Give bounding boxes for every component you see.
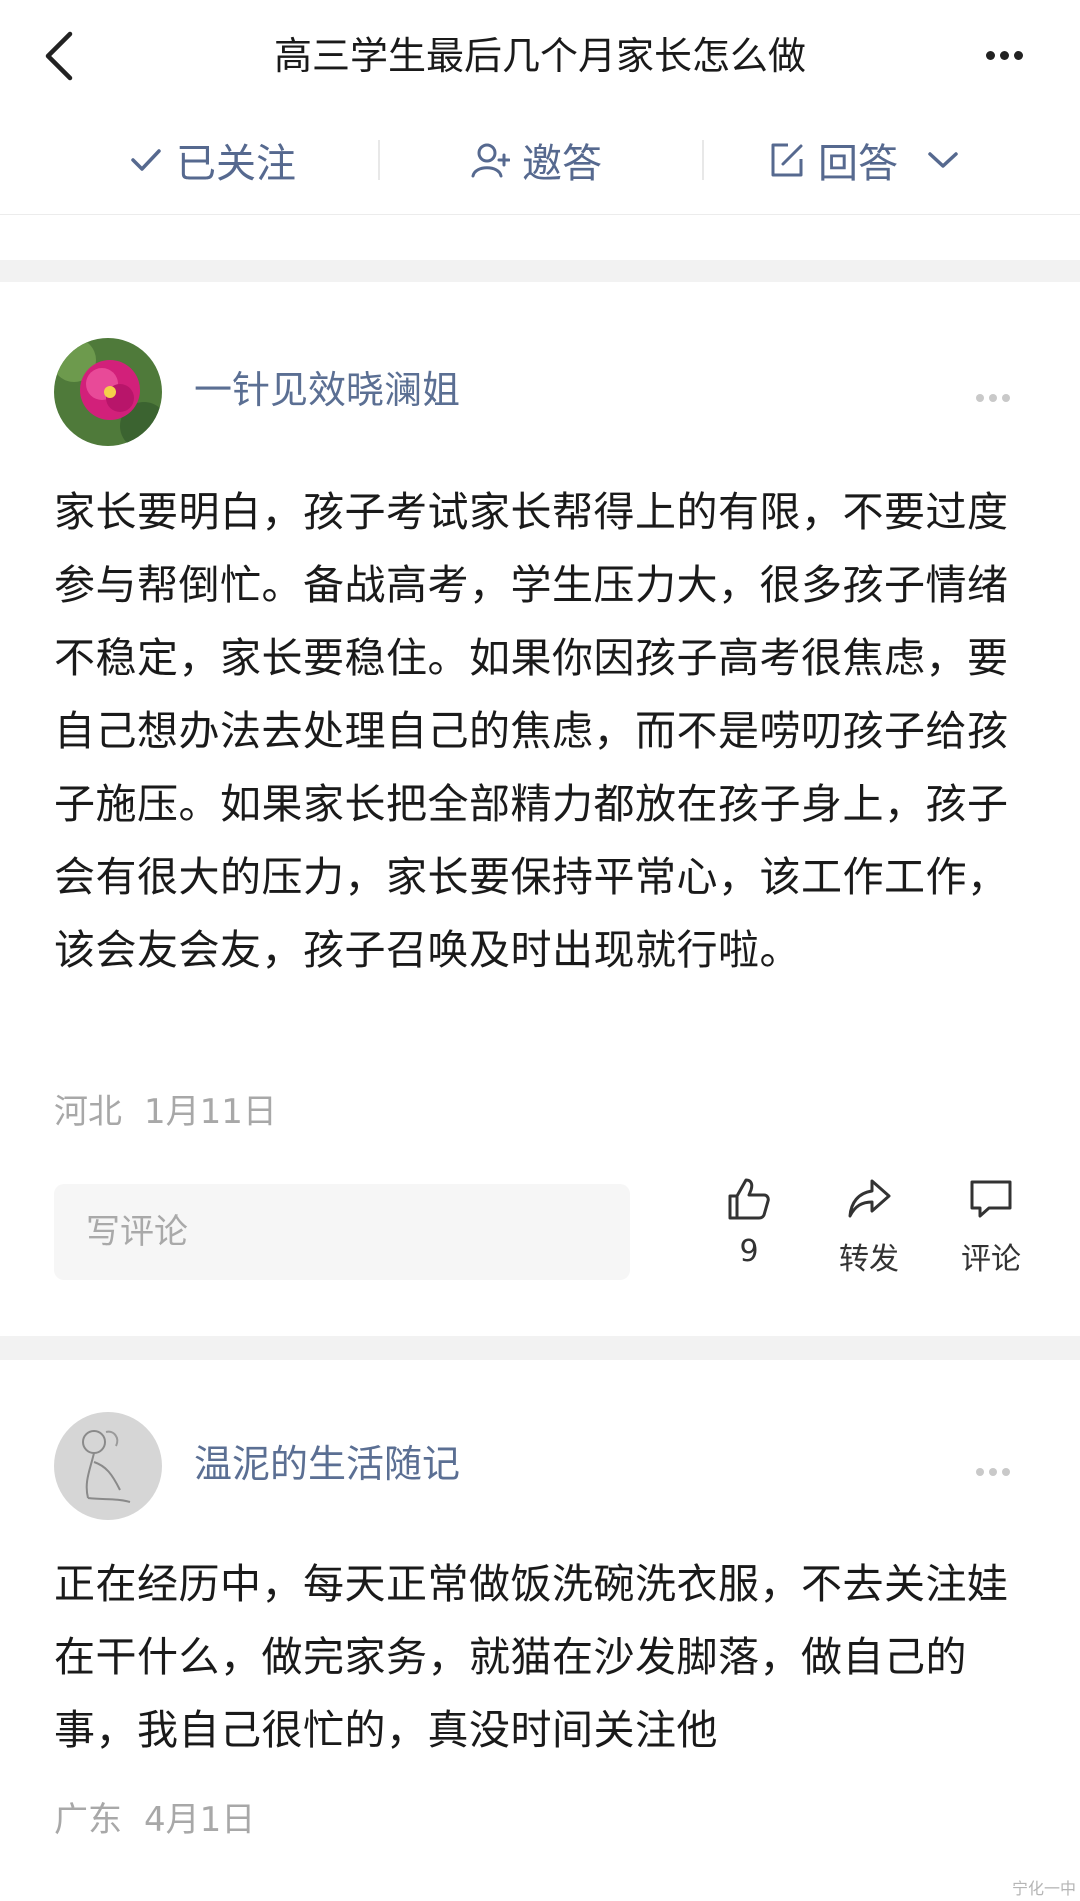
answer-meta: 河北 1月11日 (54, 1084, 277, 1133)
like-button[interactable]: 9 (694, 1174, 804, 1269)
author-name[interactable]: 温泥的生活随记 (194, 1436, 460, 1492)
date: 1月11日 (144, 1092, 277, 1132)
answer-button[interactable]: 回答 (768, 130, 972, 190)
more-options-icon[interactable] (976, 387, 1018, 402)
top-bar: 高三学生最后几个月家长怎么做 (0, 0, 1080, 112)
location: 河北 (54, 1092, 122, 1132)
avatar[interactable] (54, 338, 162, 446)
back-arrow-icon[interactable] (40, 30, 84, 82)
answer-card: 一针见效晓澜姐 家长要明白，孩子考试家长帮得上的有限，不要过度参与帮倒忙。备战高… (0, 282, 1080, 1336)
answer-meta: 广东 4月1日 (54, 1792, 255, 1841)
edit-icon (771, 143, 803, 177)
like-count: 9 (739, 1234, 759, 1269)
comment-label: 评论 (961, 1242, 1021, 1277)
answer-content: 正在经历中，每天正常做饭洗碗洗衣服，不去关注娃在干什么，做完家务，就猫在沙发脚落… (54, 1560, 1009, 1754)
share-button[interactable]: 转发 (814, 1174, 924, 1278)
comment-bubble-icon (936, 1174, 1046, 1224)
date: 4月1日 (144, 1800, 256, 1840)
more-options-icon[interactable] (986, 38, 1046, 74)
section-separator (0, 260, 1080, 282)
chevron-down-icon[interactable] (926, 150, 960, 170)
answer-label: 回答 (818, 141, 898, 187)
avatar[interactable] (54, 1412, 162, 1520)
divider (702, 140, 704, 180)
comment-input[interactable]: 写评论 (54, 1184, 630, 1280)
location: 广东 (54, 1800, 122, 1840)
question-action-bar: 已关注 邀答 回答 (0, 112, 1080, 215)
author-name[interactable]: 一针见效晓澜姐 (194, 362, 460, 418)
answer-card: 温泥的生活随记 正在经历中，每天正常做饭洗碗洗衣服，不去关注娃在干什么，做完家务… (0, 1360, 1080, 1901)
share-label: 转发 (839, 1242, 899, 1277)
page-title: 高三学生最后几个月家长怎么做 (273, 34, 806, 78)
more-options-icon[interactable] (976, 1461, 1018, 1476)
watermark: 宁化一中 (1011, 1879, 1076, 1898)
divider (378, 140, 380, 180)
thumbs-up-icon (694, 1174, 804, 1224)
invite-label: 邀答 (522, 141, 602, 187)
check-icon (131, 149, 161, 171)
followed-label: 已关注 (176, 141, 296, 187)
share-arrow-icon (814, 1174, 924, 1224)
comment-button[interactable]: 评论 (936, 1174, 1046, 1278)
followed-button[interactable]: 已关注 (128, 130, 296, 190)
section-separator (0, 1336, 1080, 1360)
answer-content: 家长要明白，孩子考试家长帮得上的有限，不要过度参与帮倒忙。备战高考，学生压力大，… (54, 488, 1009, 974)
add-user-icon (471, 143, 510, 178)
invite-answer-button[interactable]: 邀答 (470, 130, 602, 190)
